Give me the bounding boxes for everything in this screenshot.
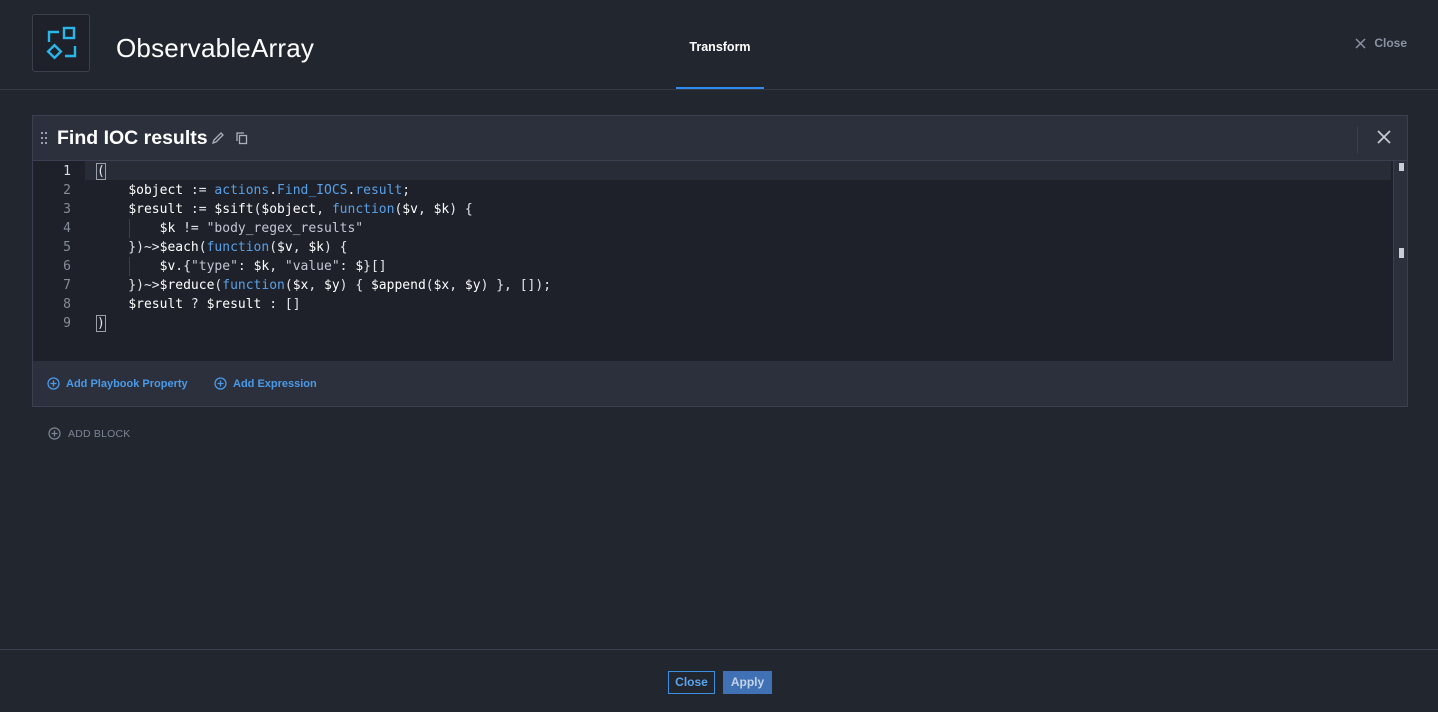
close-button[interactable]: Close <box>668 671 715 694</box>
active-line-highlight <box>85 161 1391 180</box>
line-gutter: 1 2 3 4 5 6 7 8 9 <box>33 161 85 361</box>
pencil-icon[interactable] <box>211 131 225 145</box>
code-line: $result ? $result : [] <box>128 297 301 312</box>
add-playbook-property-button[interactable]: Add Playbook Property <box>47 377 188 390</box>
add-playbook-property-label: Add Playbook Property <box>66 377 188 390</box>
close-block-icon[interactable] <box>1377 130 1391 144</box>
code-line: ) <box>96 315 106 332</box>
plus-circle-icon <box>47 377 60 390</box>
add-expression-label: Add Expression <box>233 377 317 390</box>
close-icon <box>1355 37 1366 49</box>
line-number: 8 <box>63 297 71 312</box>
modal-footer: Close Apply <box>0 649 1438 712</box>
header-close-label: Close <box>1374 36 1407 50</box>
apply-button[interactable]: Apply <box>723 671 772 694</box>
copy-icon[interactable] <box>236 132 248 145</box>
add-block-button[interactable]: ADD BLOCK <box>48 427 130 440</box>
transform-block: Find IOC results 1 2 3 4 5 6 7 8 9 ( $ob… <box>32 115 1408 407</box>
header-close-button[interactable]: Close <box>1355 36 1407 50</box>
app-title: ObservableArray <box>116 33 315 63</box>
transform-icon <box>46 26 77 60</box>
add-block-label: ADD BLOCK <box>68 427 131 440</box>
line-number: 7 <box>63 278 71 293</box>
editor-scrollbar[interactable] <box>1393 161 1407 361</box>
block-header: Find IOC results <box>33 116 1407 161</box>
header-divider <box>1357 127 1358 153</box>
scroll-marker <box>1399 163 1404 171</box>
code-line: $object := actions.Find_IOCS.result; <box>128 183 411 198</box>
drag-handle-icon[interactable] <box>41 132 48 144</box>
line-number: 6 <box>63 259 71 274</box>
line-number: 2 <box>63 183 71 198</box>
modal-header: ObservableArray Transform Close <box>0 0 1438 90</box>
line-number: 9 <box>63 316 71 331</box>
block-footer: Add Playbook Property Add Expression <box>33 361 1407 406</box>
block-title: Find IOC results <box>57 127 208 149</box>
line-number: 4 <box>63 221 71 236</box>
line-number: 5 <box>63 240 71 255</box>
code-line: $v.{"type": $k, "value": $}[] <box>159 259 387 274</box>
code-line: $k != "body_regex_results" <box>159 221 364 236</box>
code-line: $result := $sift($object, function($v, $… <box>128 202 473 217</box>
add-expression-button[interactable]: Add Expression <box>214 377 317 390</box>
tab-transform[interactable]: Transform <box>676 0 764 89</box>
code-line: })~>$each(function($v, $k) { <box>97 240 348 255</box>
code-line: ( <box>96 163 106 180</box>
line-number: 1 <box>63 164 71 179</box>
plus-circle-icon <box>214 377 227 390</box>
scroll-marker <box>1399 248 1404 258</box>
app-logo <box>32 14 90 72</box>
code-editor[interactable]: 1 2 3 4 5 6 7 8 9 ( $object := actions.F… <box>33 161 1407 361</box>
plus-circle-icon <box>48 427 61 440</box>
line-number: 3 <box>63 202 71 217</box>
code-line: })~>$reduce(function($x, $y) { $append($… <box>97 278 552 293</box>
